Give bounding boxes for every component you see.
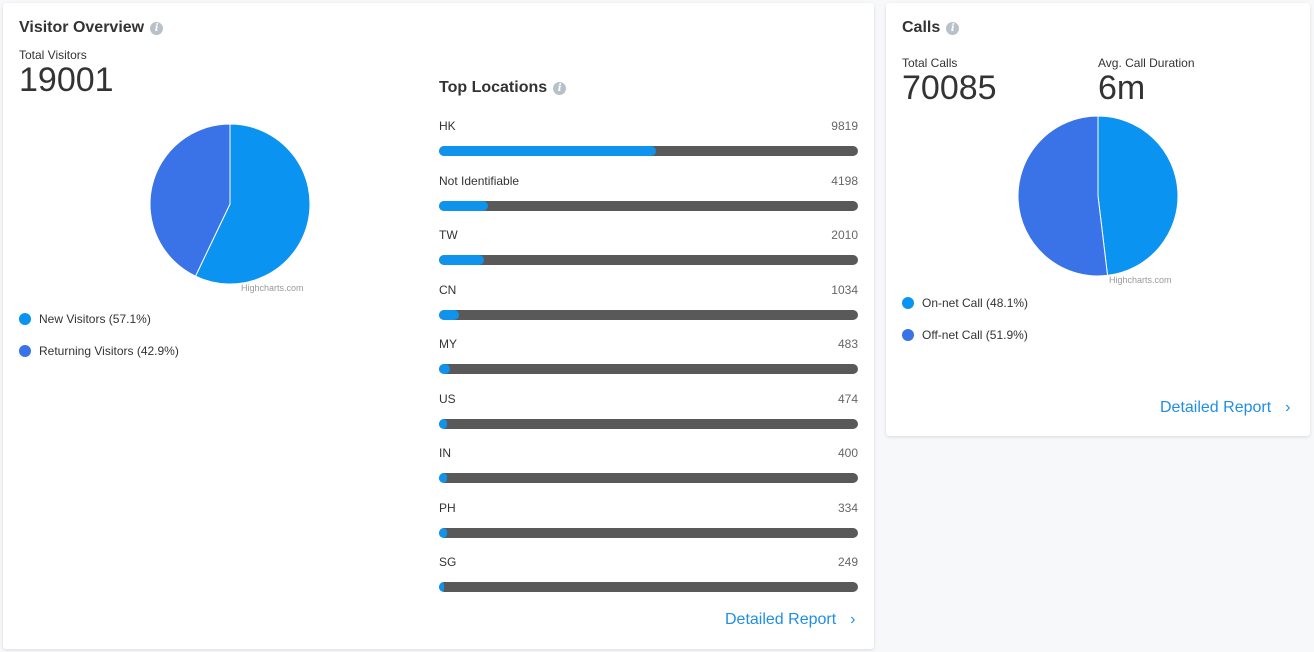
location-count: 1034 [831, 283, 858, 297]
detailed-report-label: Detailed Report [725, 611, 837, 628]
chevron-right-icon: › [1285, 399, 1291, 416]
visitor-pie-chart [148, 122, 312, 291]
location-bar [439, 201, 858, 211]
info-icon[interactable]: i [150, 21, 164, 35]
legend-item-off-net-call[interactable]: Off-net Call (51.9%) [902, 328, 1028, 342]
location-bar-fill [439, 419, 448, 429]
calls-title: Calls i [902, 19, 960, 37]
location-row: CN 1034 [439, 283, 858, 320]
visitor-overview-card: Visitor Overview i Total Visitors 19001 … [3, 3, 874, 649]
location-bar [439, 364, 858, 374]
legend-dot [902, 329, 914, 341]
location-bar-fill [439, 255, 485, 265]
location-count: 9819 [831, 119, 858, 133]
location-name: US [439, 392, 456, 406]
location-row: SG 249 [439, 555, 858, 592]
chevron-right-icon: › [850, 611, 856, 628]
calls-title-text: Calls [902, 19, 941, 36]
pie-slice-off-net-call[interactable] [1017, 115, 1109, 277]
location-count: 249 [837, 555, 858, 569]
calls-pie-chart [1016, 114, 1180, 283]
location-row: MY 483 [439, 337, 858, 374]
legend-item-new-visitors[interactable]: New Visitors (57.1%) [19, 312, 151, 326]
total-visitors-label: Total Visitors [19, 48, 87, 62]
location-row: HK 9819 [439, 119, 858, 156]
location-bar [439, 146, 858, 156]
legend-dot [19, 345, 31, 357]
pie-slice-on-net-call[interactable] [1097, 115, 1179, 276]
location-name: Not Identifiable [439, 174, 520, 188]
location-row: IN 400 [439, 446, 858, 483]
highcharts-credits[interactable]: Highcharts.com [1109, 275, 1172, 285]
visitor-detailed-report-link[interactable]: Detailed Report › [725, 611, 856, 629]
legend-item-returning-visitors[interactable]: Returning Visitors (42.9%) [19, 344, 179, 358]
location-count: 400 [837, 446, 858, 460]
location-row: TW 2010 [439, 228, 858, 265]
location-row: Not Identifiable 4198 [439, 174, 858, 211]
total-calls-value: 70085 [902, 69, 997, 107]
legend-dot [902, 297, 914, 309]
location-name: PH [439, 501, 456, 515]
location-bar-fill [439, 528, 448, 538]
location-name: MY [439, 337, 457, 351]
location-bar-fill [439, 582, 445, 592]
visitor-overview-title-text: Visitor Overview [19, 19, 145, 36]
location-row: US 474 [439, 392, 858, 429]
location-name: TW [439, 228, 458, 242]
legend-label: Off-net Call (51.9%) [922, 328, 1028, 342]
info-icon[interactable]: i [553, 81, 567, 95]
location-bar [439, 255, 858, 265]
location-name: CN [439, 283, 457, 297]
top-locations-title-text: Top Locations [439, 79, 548, 96]
location-bar [439, 419, 858, 429]
location-name: HK [439, 119, 456, 133]
legend-label: New Visitors (57.1%) [39, 312, 151, 326]
location-row: PH 334 [439, 501, 858, 538]
location-bar-fill [439, 146, 656, 156]
calls-detailed-report-link[interactable]: Detailed Report › [1160, 399, 1291, 417]
location-bar-fill [439, 364, 451, 374]
location-name: SG [439, 555, 457, 569]
calls-card: Calls i Total Calls 70085 Avg. Call Dura… [886, 3, 1310, 436]
legend-label: On-net Call (48.1%) [922, 296, 1029, 310]
location-bar [439, 473, 858, 483]
location-bar-fill [439, 473, 448, 483]
top-locations-title: Top Locations i [439, 79, 567, 97]
legend-dot [19, 313, 31, 325]
info-icon[interactable]: i [946, 21, 960, 35]
detailed-report-label: Detailed Report [1160, 399, 1272, 416]
location-count: 474 [837, 392, 858, 406]
location-bar [439, 528, 858, 538]
visitor-overview-title: Visitor Overview i [19, 19, 164, 37]
avg-call-duration-label: Avg. Call Duration [1098, 56, 1195, 70]
location-count: 2010 [831, 228, 858, 242]
location-bar-fill [439, 310, 460, 320]
avg-call-duration-value: 6m [1098, 69, 1146, 107]
location-bar [439, 310, 858, 320]
total-visitors-value: 19001 [19, 61, 114, 99]
location-bar [439, 582, 858, 592]
legend-item-on-net-call[interactable]: On-net Call (48.1%) [902, 296, 1028, 310]
location-count: 4198 [831, 174, 858, 188]
legend-label: Returning Visitors (42.9%) [39, 344, 179, 358]
location-bar-fill [439, 201, 489, 211]
location-count: 334 [837, 501, 858, 515]
location-name: IN [439, 446, 451, 460]
highcharts-credits[interactable]: Highcharts.com [241, 283, 304, 293]
total-calls-label: Total Calls [902, 56, 958, 70]
location-count: 483 [837, 337, 858, 351]
